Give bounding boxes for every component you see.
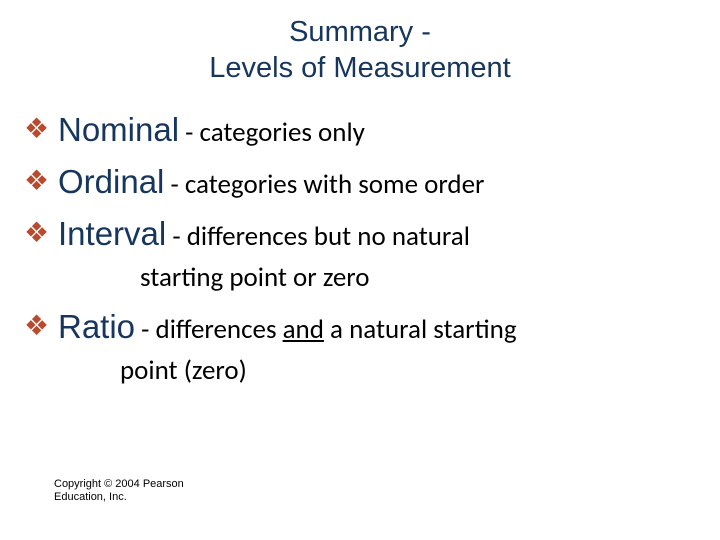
copyright-line-1: Copyright © 2004 Pearson (54, 478, 184, 490)
slide-title: Summary - Levels of Measurement (0, 0, 720, 87)
copyright-text: Copyright © 2004 Pearson Education, Inc. (54, 478, 184, 504)
item-content: Nominal - categories only (58, 109, 700, 151)
term: Interval (58, 215, 166, 252)
description-underlined: and (283, 313, 324, 346)
list-item: ❖ Ordinal - categories with some order (20, 161, 700, 203)
term: Ordinal (58, 163, 164, 200)
diamond-bullet-icon: ❖ (20, 213, 58, 253)
item-content: Ratio - differences and a natural starti… (58, 306, 700, 348)
copyright-line-2: Education, Inc. (54, 491, 127, 503)
slide-body: ❖ Nominal - categories only ❖ Ordinal - … (0, 87, 720, 389)
description: - categories only (179, 116, 365, 149)
diamond-bullet-icon: ❖ (20, 161, 58, 201)
description: a natural starting (324, 313, 517, 346)
list-item: ❖ Ratio - differences and a natural star… (20, 306, 700, 348)
item-content: Ordinal - categories with some order (58, 161, 700, 203)
list-item: ❖ Nominal - categories only (20, 109, 700, 151)
description: - categories with some order (164, 168, 484, 201)
item-continuation: starting point or zero (20, 261, 700, 296)
title-line-1: Summary - (289, 16, 431, 48)
term: Ratio (58, 308, 135, 345)
slide: Summary - Levels of Measurement ❖ Nomina… (0, 0, 720, 540)
description: - differences but no natural (166, 220, 470, 253)
list-item: ❖ Interval - differences but no natural (20, 213, 700, 255)
description: - differences (135, 313, 283, 346)
diamond-bullet-icon: ❖ (20, 109, 58, 149)
item-continuation: point (zero) (20, 354, 700, 389)
term: Nominal (58, 111, 179, 148)
diamond-bullet-icon: ❖ (20, 306, 58, 346)
title-line-2: Levels of Measurement (209, 52, 510, 84)
item-content: Interval - differences but no natural (58, 213, 700, 255)
